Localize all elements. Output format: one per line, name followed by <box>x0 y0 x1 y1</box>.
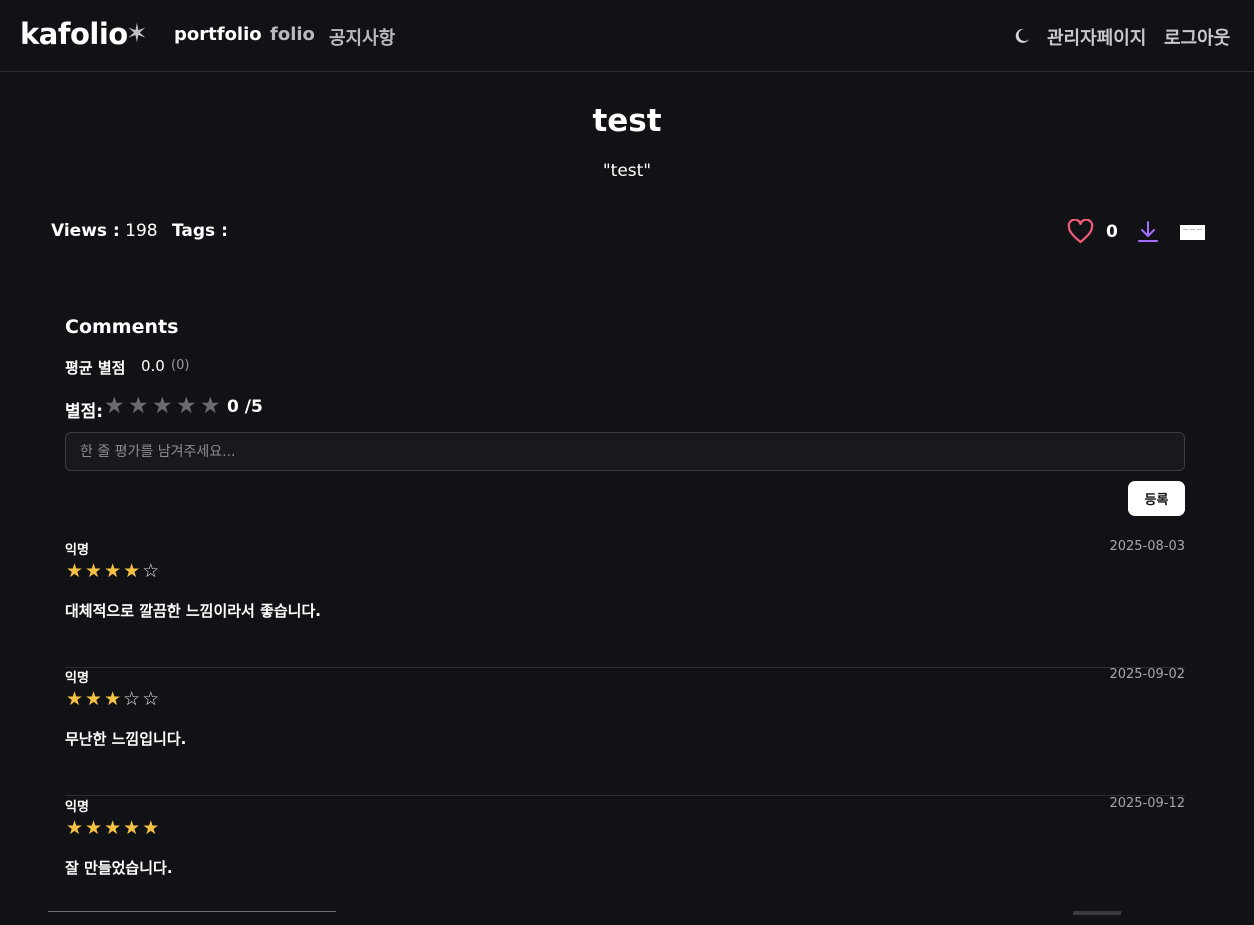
review-author: 익명 <box>65 800 89 815</box>
star-icon: ★ <box>142 817 162 839</box>
heart-icon[interactable] <box>1067 219 1094 245</box>
star-icon[interactable]: ★ <box>176 395 200 418</box>
star-icon: ★ <box>104 817 124 839</box>
submit-comment-button[interactable]: 등록 <box>1128 481 1185 516</box>
comments-heading: Comments <box>65 316 179 338</box>
bottom-button-edge[interactable] <box>1073 911 1121 915</box>
review-rating: ★★★★☆ <box>66 562 161 581</box>
star-icon: ★ <box>104 560 124 582</box>
share-icon[interactable] <box>1180 225 1205 240</box>
review-author: 익명 <box>65 543 89 558</box>
review-author: 익명 <box>65 671 89 686</box>
comment-input[interactable] <box>65 432 1185 471</box>
rating-input-label: 별점: <box>65 402 104 422</box>
tags-meta: Tags : <box>172 221 228 241</box>
star-icon: ☆ <box>142 560 162 582</box>
rating-input-value: 0 /5 <box>227 397 263 417</box>
logo-star-icon: ✶ <box>126 19 148 49</box>
star-icon: ★ <box>66 817 86 839</box>
star-icon[interactable]: ★ <box>200 395 224 418</box>
views-label: Views : <box>51 221 120 241</box>
review-date: 2025-09-02 <box>1109 667 1185 682</box>
review-text: 무난한 느낌입니다. <box>65 730 187 748</box>
bottom-input-edge[interactable] <box>48 911 336 915</box>
review-item: 익명 2025-09-12 ★★★★★ 잘 만들었습니다. <box>65 796 1185 925</box>
average-rating-label: 평균 별점 <box>65 359 126 377</box>
star-icon: ★ <box>66 688 86 710</box>
nav-portfolio[interactable]: portfolio <box>174 24 262 45</box>
review-date: 2025-08-03 <box>1109 539 1185 554</box>
star-icon: ★ <box>123 817 143 839</box>
star-icon: ★ <box>85 560 105 582</box>
star-icon[interactable]: ★ <box>128 395 152 418</box>
star-icon: ★ <box>66 560 86 582</box>
star-icon[interactable]: ★ <box>104 395 128 418</box>
rating-count: (0) <box>171 358 190 373</box>
nav-folio[interactable]: folio <box>270 24 315 45</box>
star-icon: ★ <box>123 560 143 582</box>
moon-icon[interactable] <box>1013 27 1031 45</box>
post-subtitle: "test" <box>602 161 652 181</box>
post-title: test <box>592 103 662 139</box>
like-count: 0 <box>1106 222 1118 242</box>
views-meta: Views : 198 <box>51 221 158 241</box>
average-rating-value: 0.0 <box>141 357 165 375</box>
rating-input-stars: ★ ★ ★ ★ ★ <box>104 395 224 418</box>
star-icon: ★ <box>85 817 105 839</box>
review-rating: ★★★★★ <box>66 819 161 838</box>
download-icon[interactable] <box>1137 220 1159 244</box>
review-item: 익명 2025-08-03 ★★★★☆ 대체적으로 깔끔한 느낌이라서 좋습니다… <box>65 539 1185 668</box>
star-icon[interactable]: ★ <box>152 395 176 418</box>
star-icon: ★ <box>85 688 105 710</box>
review-text: 대체적으로 깔끔한 느낌이라서 좋습니다. <box>65 602 321 620</box>
star-icon: ☆ <box>123 688 143 710</box>
tags-label: Tags : <box>172 221 228 241</box>
star-icon: ☆ <box>142 688 162 710</box>
nav-notice[interactable]: 공지사항 <box>329 24 395 50</box>
star-icon: ★ <box>104 688 124 710</box>
views-count: 198 <box>125 221 158 241</box>
logout-link[interactable]: 로그아웃 <box>1164 24 1230 50</box>
review-item: 익명 2025-09-02 ★★★☆☆ 무난한 느낌입니다. <box>65 667 1185 796</box>
review-text: 잘 만들었습니다. <box>65 859 173 877</box>
admin-page-link[interactable]: 관리자페이지 <box>1047 24 1146 50</box>
top-navigation-bar: kafolio ✶ portfolio folio 공지사항 관리자페이지 로그… <box>0 0 1254 72</box>
review-date: 2025-09-12 <box>1109 796 1185 811</box>
site-logo[interactable]: kafolio <box>20 17 128 51</box>
review-rating: ★★★☆☆ <box>66 690 161 709</box>
